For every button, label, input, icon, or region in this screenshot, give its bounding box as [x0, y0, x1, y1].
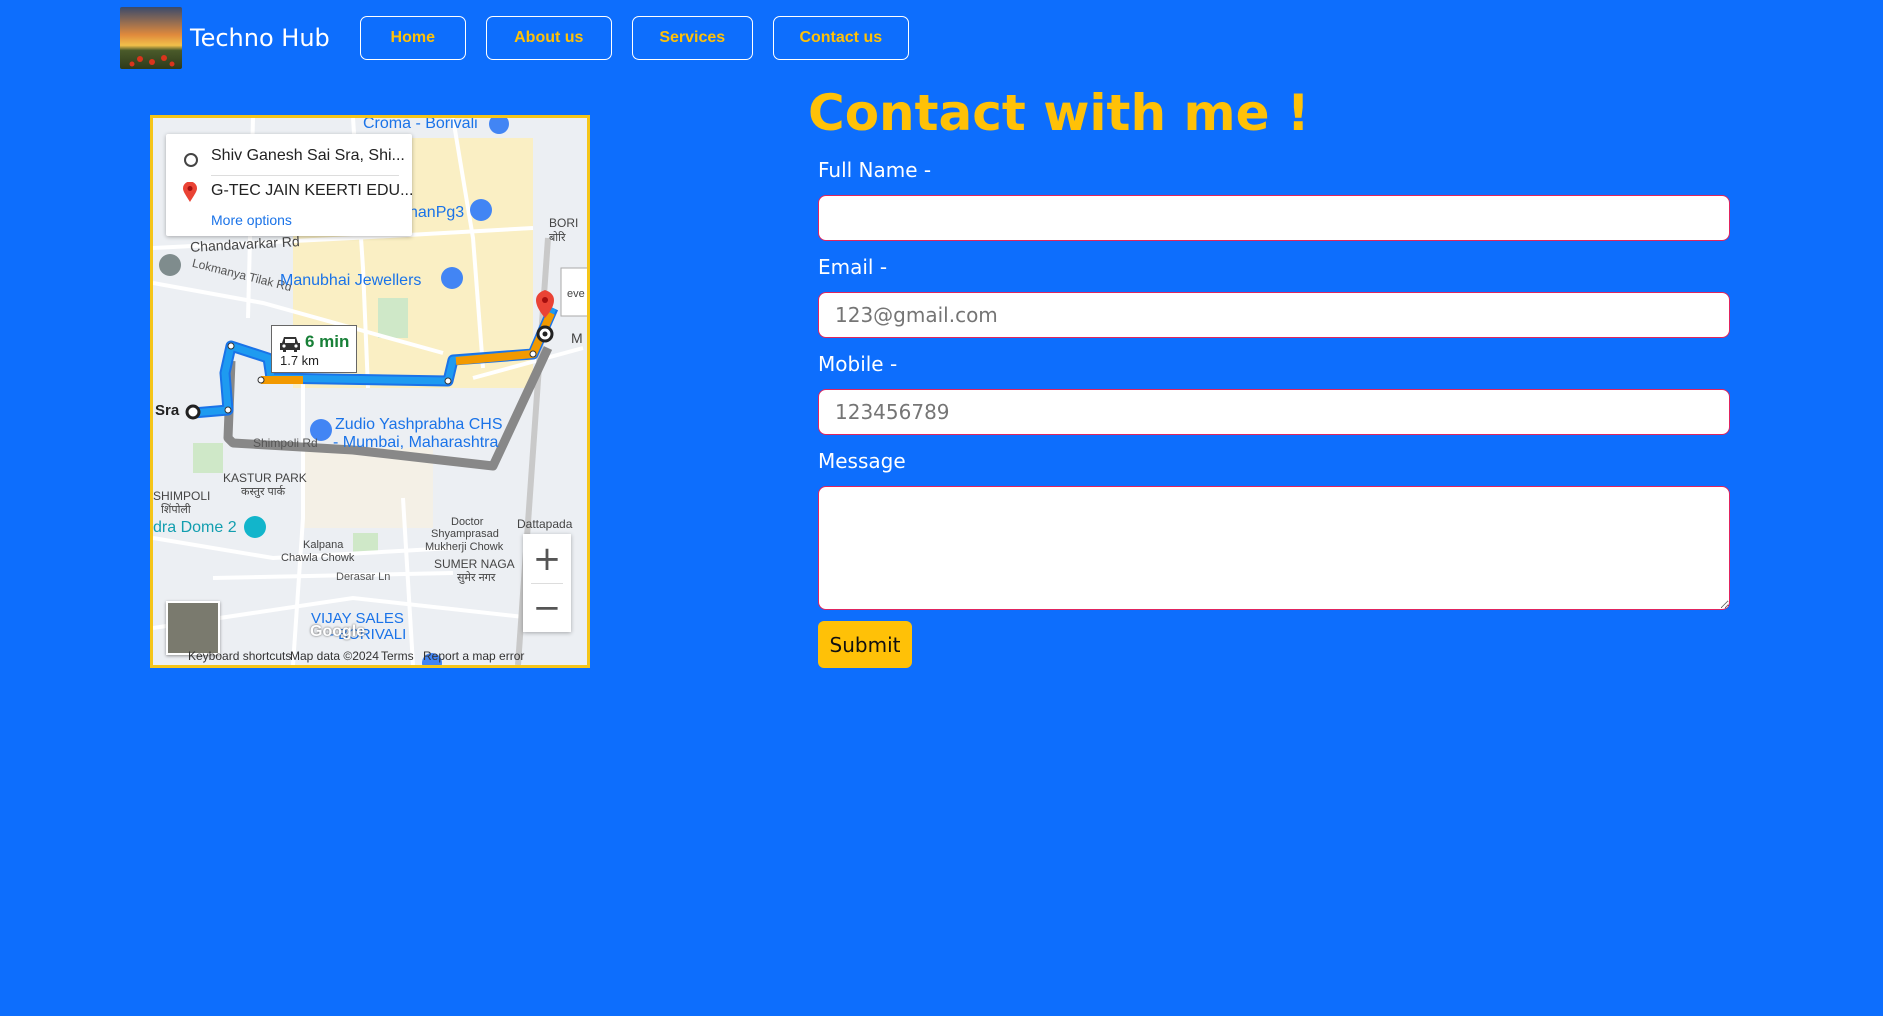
mobile-label: Mobile -	[818, 352, 898, 376]
nav-about-button[interactable]: About us	[485, 16, 612, 60]
map-label-sra: Sra	[155, 402, 180, 419]
map-label-kalpana-1: Kalpana	[303, 539, 344, 551]
map-label-shimpoli: SHIMPOLI	[153, 489, 211, 503]
fullname-input[interactable]	[818, 195, 1730, 241]
car-icon	[280, 337, 300, 352]
map-label-doctor-3: Mukherji Chowk	[425, 541, 504, 553]
travel-time-box[interactable]: 6 min 1.7 km	[271, 325, 357, 373]
nav-home-button[interactable]: Home	[359, 16, 466, 60]
terms-link[interactable]: Terms	[381, 649, 414, 663]
map-label-kastur: KASTUR PARK	[223, 471, 307, 485]
map-label-dome: dra Dome 2	[153, 519, 237, 536]
map-label-doctor-1: Doctor	[451, 516, 484, 528]
brand-logo[interactable]	[120, 7, 182, 69]
submit-button[interactable]: Submit	[818, 621, 912, 668]
travel-distance: 1.7 km	[280, 353, 320, 368]
map-label-zudio: Zudio Yashprabha CHS	[335, 416, 503, 433]
destination-pin-icon	[183, 182, 197, 202]
map-attribution: Keyboard shortcuts Map data ©2024 Terms …	[153, 647, 587, 665]
email-input[interactable]	[818, 292, 1730, 338]
route-destination: G-TEC JAIN KEERTI EDU...	[211, 182, 414, 199]
more-options-link[interactable]: More options	[211, 212, 292, 228]
map-label-croma: Croma - Borivali	[363, 115, 478, 132]
map-label-bori: BORI	[549, 216, 579, 230]
route-origin: Shiv Ganesh Sai Sra, Shi...	[211, 147, 405, 164]
map-label-shimpoli-hi: शिंपोली	[161, 504, 191, 516]
brand-name[interactable]: Techno Hub	[190, 24, 330, 52]
zoom-control: + −	[523, 534, 571, 632]
map-label-sumer: SUMER NAGA	[434, 557, 515, 571]
zoom-in-button[interactable]: +	[523, 534, 571, 583]
zoom-out-button[interactable]: −	[523, 583, 571, 632]
mobile-input[interactable]	[818, 389, 1730, 435]
map-label-derasar: Derasar Ln	[336, 571, 391, 583]
nav-services-button[interactable]: Services	[631, 16, 753, 60]
map-data-text: Map data ©2024	[290, 649, 379, 663]
map-label-manubhai: Manubhai Jewellers	[280, 272, 422, 289]
map-label-eve: eve	[567, 288, 585, 300]
map-label-dattapada: Dattapada	[517, 517, 573, 531]
directions-card[interactable]: Shiv Ganesh Sai Sra, Shi... G-TEC JAIN K…	[166, 134, 414, 236]
map-label-hanpg: hanPg3	[409, 204, 465, 221]
route-divider	[211, 175, 399, 176]
map-label-bori-hi: बोरि	[549, 232, 566, 244]
map-label-sumer-hi: सुमेर नगर	[457, 572, 496, 584]
map-label-kalpana-2: Chawla Chowk	[281, 552, 355, 564]
map-label-doctor-2: Shyamprasad	[431, 528, 499, 540]
message-label: Message	[818, 449, 906, 473]
origin-marker-icon	[184, 153, 198, 167]
map-label-m: M	[571, 330, 583, 346]
zoom-divider	[531, 583, 563, 584]
email-label: Email -	[818, 255, 888, 279]
map-label-zudio-2: - Mumbai, Maharashtra	[333, 434, 499, 451]
travel-duration: 6 min	[305, 332, 350, 351]
report-error-link[interactable]: Report a map error	[423, 649, 524, 663]
map-label-shimpoli-rd: Shimpoli Rd	[253, 436, 318, 450]
google-logo: Google	[310, 623, 366, 640]
contact-heading: Contact with me !	[808, 84, 1310, 142]
map-label-kastur-hi: कस्तुर पार्क	[241, 486, 286, 498]
keyboard-shortcuts-link[interactable]: Keyboard shortcuts	[188, 649, 291, 663]
embedded-map[interactable]: Croma - Borivali Chandavarkar Rd Lokmany…	[150, 115, 590, 668]
navbar: Techno Hub Home About us Services Contac…	[120, 6, 929, 70]
message-textarea[interactable]	[818, 486, 1730, 610]
fullname-label: Full Name -	[818, 158, 932, 182]
nav-contact-button[interactable]: Contact us	[772, 16, 909, 60]
